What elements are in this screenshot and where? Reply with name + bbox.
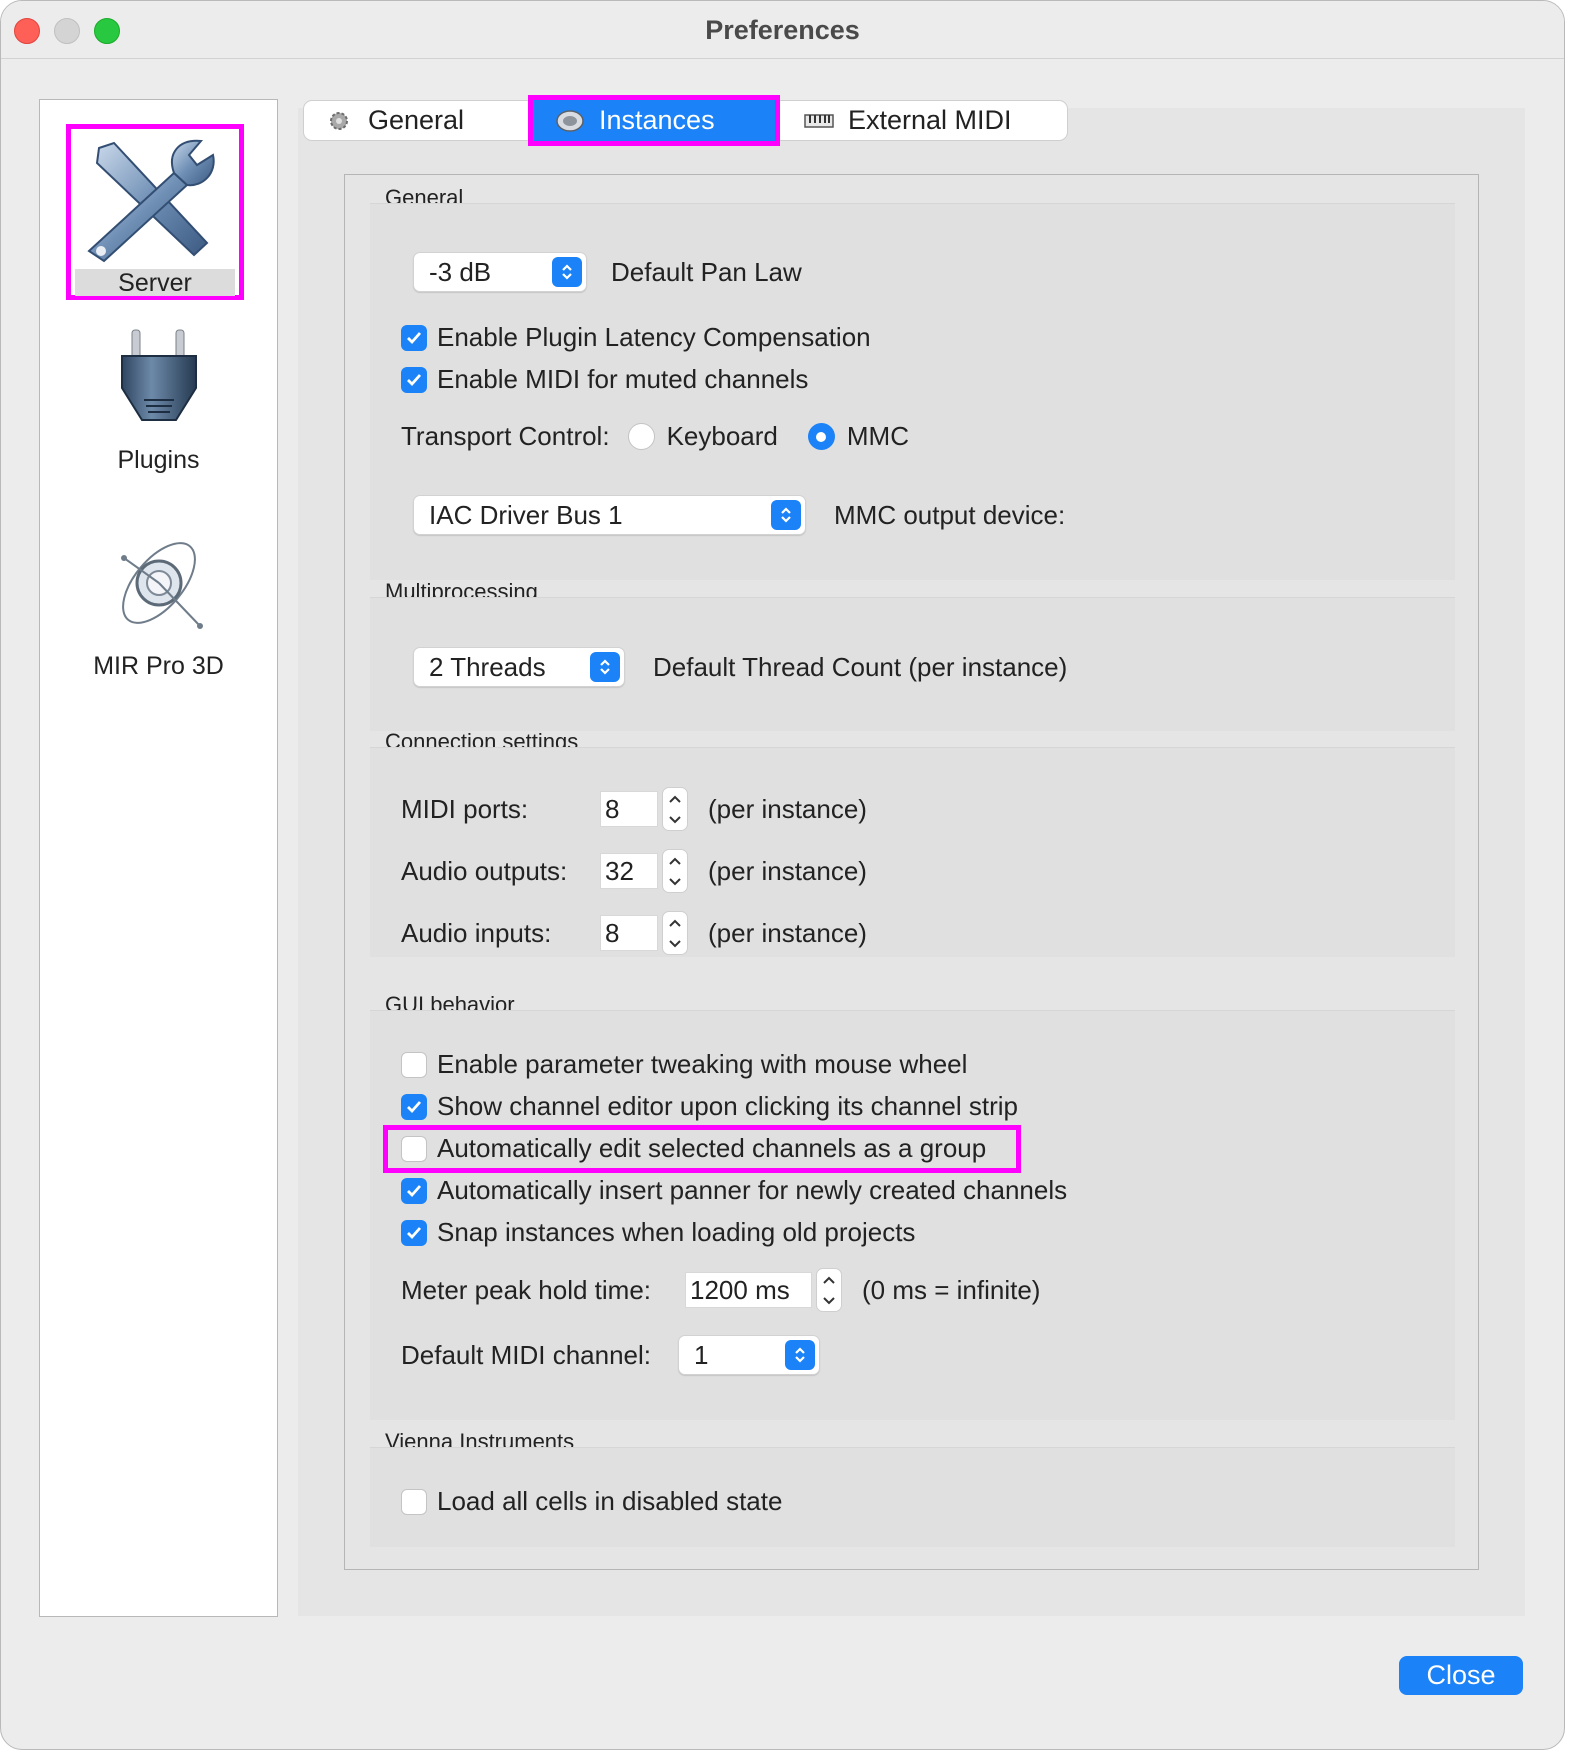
preferences-window: Preferences Server Plugins MIR Pro 3D Ge… [0,0,1565,1750]
disabled-state-checkbox[interactable] [401,1488,427,1515]
checkbox-label: Show channel editor upon clicking its ch… [437,1091,1019,1121]
peak-hold-label: Meter peak hold time: [401,1274,652,1305]
midi-channel-row: Default MIDI channel: 1 [401,1335,820,1375]
chevron-updown-icon [771,500,801,530]
window-title: Preferences [705,15,860,45]
sidebar-item-label: Plugins [117,446,200,474]
insert-panner-checkbox[interactable] [401,1177,427,1204]
midi-channel-value: 1 [694,1339,709,1370]
gear-icon [324,110,354,132]
title-bar: Preferences [1,1,1564,59]
thread-count-popup[interactable]: 2 Threads [413,647,625,687]
chevron-updown-icon [552,257,582,287]
close-button[interactable]: Close [1399,1656,1523,1695]
audio-outputs-field[interactable]: 32 [600,853,658,889]
midi-keyboard-icon [804,113,834,129]
midi-muted-option[interactable]: Enable MIDI for muted channels [401,364,808,395]
mouse-wheel-checkbox[interactable] [401,1051,427,1078]
checkbox-label: Enable parameter tweaking with mouse whe… [437,1049,968,1079]
tab-general[interactable]: General [324,101,464,140]
tab-label: Instances [599,105,715,135]
mmc-device-popup[interactable]: IAC Driver Bus 1 [413,495,806,535]
chevron-down-icon[interactable] [668,939,682,948]
midi-channel-label: Default MIDI channel: [401,1339,652,1370]
sidebar-item-mir-pro-3d[interactable]: MIR Pro 3D [40,528,277,708]
chevron-updown-icon [590,652,620,682]
disabled-state-option[interactable]: Load all cells in disabled state [401,1486,782,1517]
checkbox-label: Load all cells in disabled state [437,1486,783,1516]
per-instance-label: (per instance) [708,917,867,948]
insert-panner-option[interactable]: Automatically insert panner for newly cr… [401,1175,1067,1206]
mir-icon [120,542,203,629]
audio-inputs-stepper[interactable] [662,911,688,955]
transport-mmc-radio[interactable] [807,423,835,450]
midi-ports-row: MIDI ports: 8 (per instance) [401,787,867,831]
transport-label: Transport Control: [401,421,610,451]
latency-compensation-checkbox[interactable] [401,324,427,351]
pan-law-value: -3 dB [429,256,492,287]
audio-inputs-label: Audio inputs: [401,917,552,948]
midi-ports-label: MIDI ports: [401,793,529,824]
audio-inputs-field[interactable]: 8 [600,915,658,951]
transport-keyboard-radio[interactable] [627,423,655,450]
tab-external-midi[interactable]: External MIDI [804,101,1012,140]
sidebar-item-server[interactable]: Server [66,124,244,300]
snap-instances-checkbox[interactable] [401,1219,427,1246]
chevron-updown-icon [785,1340,815,1370]
peak-hold-note: (0 ms = infinite) [862,1274,1041,1305]
audio-inputs-row: Audio inputs: 8 (per instance) [401,911,867,955]
mmc-device-label: MMC output device: [834,499,1066,530]
tools-icon [87,139,215,263]
audio-outputs-stepper[interactable] [662,849,688,893]
instances-panel: General -3 dB Default Pan Law Enable Plu… [344,174,1479,1570]
plug-icon [120,329,197,421]
tab-label: General [368,105,465,135]
midi-channel-popup[interactable]: 1 [678,1335,820,1375]
peak-hold-row: Meter peak hold time: 1200 ms (0 ms = in… [401,1268,1040,1312]
midi-muted-checkbox[interactable] [401,366,427,393]
chevron-up-icon[interactable] [668,857,682,865]
radio-label: Keyboard [666,421,778,451]
peak-hold-stepper[interactable] [816,1268,842,1312]
show-editor-checkbox[interactable] [401,1093,427,1120]
chevron-up-icon[interactable] [822,1276,836,1284]
thread-count-label: Default Thread Count (per instance) [653,651,1068,682]
chevron-down-icon[interactable] [668,877,682,886]
mouse-wheel-option[interactable]: Enable parameter tweaking with mouse whe… [401,1049,967,1080]
checkbox-label: Automatically insert panner for newly cr… [437,1175,1068,1205]
midi-ports-stepper[interactable] [662,787,688,831]
chevron-down-icon[interactable] [668,815,682,824]
checkbox-label: Enable Plugin Latency Compensation [437,322,871,352]
chevron-up-icon[interactable] [668,795,682,803]
radio-label: MMC [846,421,909,451]
chevron-down-icon[interactable] [822,1296,836,1305]
audio-outputs-row: Audio outputs: 32 (per instance) [401,849,867,893]
snap-instances-option[interactable]: Snap instances when loading old projects [401,1217,915,1248]
peak-hold-field[interactable]: 1200 ms [685,1272,812,1308]
per-instance-label: (per instance) [708,793,867,824]
pan-law-label: Default Pan Law [611,256,802,287]
chevron-up-icon[interactable] [668,919,682,927]
highlight-annotation [383,1125,1021,1173]
per-instance-label: (per instance) [708,855,867,886]
mmc-device-value: IAC Driver Bus 1 [429,499,623,530]
sidebar-item-label: MIR Pro 3D [93,652,224,680]
checkbox-label: Snap instances when loading old projects [437,1217,916,1247]
speaker-icon [555,109,585,133]
audio-outputs-label: Audio outputs: [401,855,568,886]
sidebar: Server Plugins MIR Pro 3D [39,99,278,1617]
sidebar-item-plugins[interactable]: Plugins [40,328,277,498]
thread-count-value: 2 Threads [429,651,546,682]
tab-label: External MIDI [848,105,1012,135]
pan-law-popup[interactable]: -3 dB [413,252,587,292]
tab-instances[interactable]: Instances [528,95,780,146]
sidebar-item-label: Server [118,269,192,297]
show-editor-option[interactable]: Show channel editor upon clicking its ch… [401,1091,1018,1122]
checkbox-label: Enable MIDI for muted channels [437,364,809,394]
midi-ports-field[interactable]: 8 [600,791,658,827]
latency-compensation-option[interactable]: Enable Plugin Latency Compensation [401,322,871,353]
